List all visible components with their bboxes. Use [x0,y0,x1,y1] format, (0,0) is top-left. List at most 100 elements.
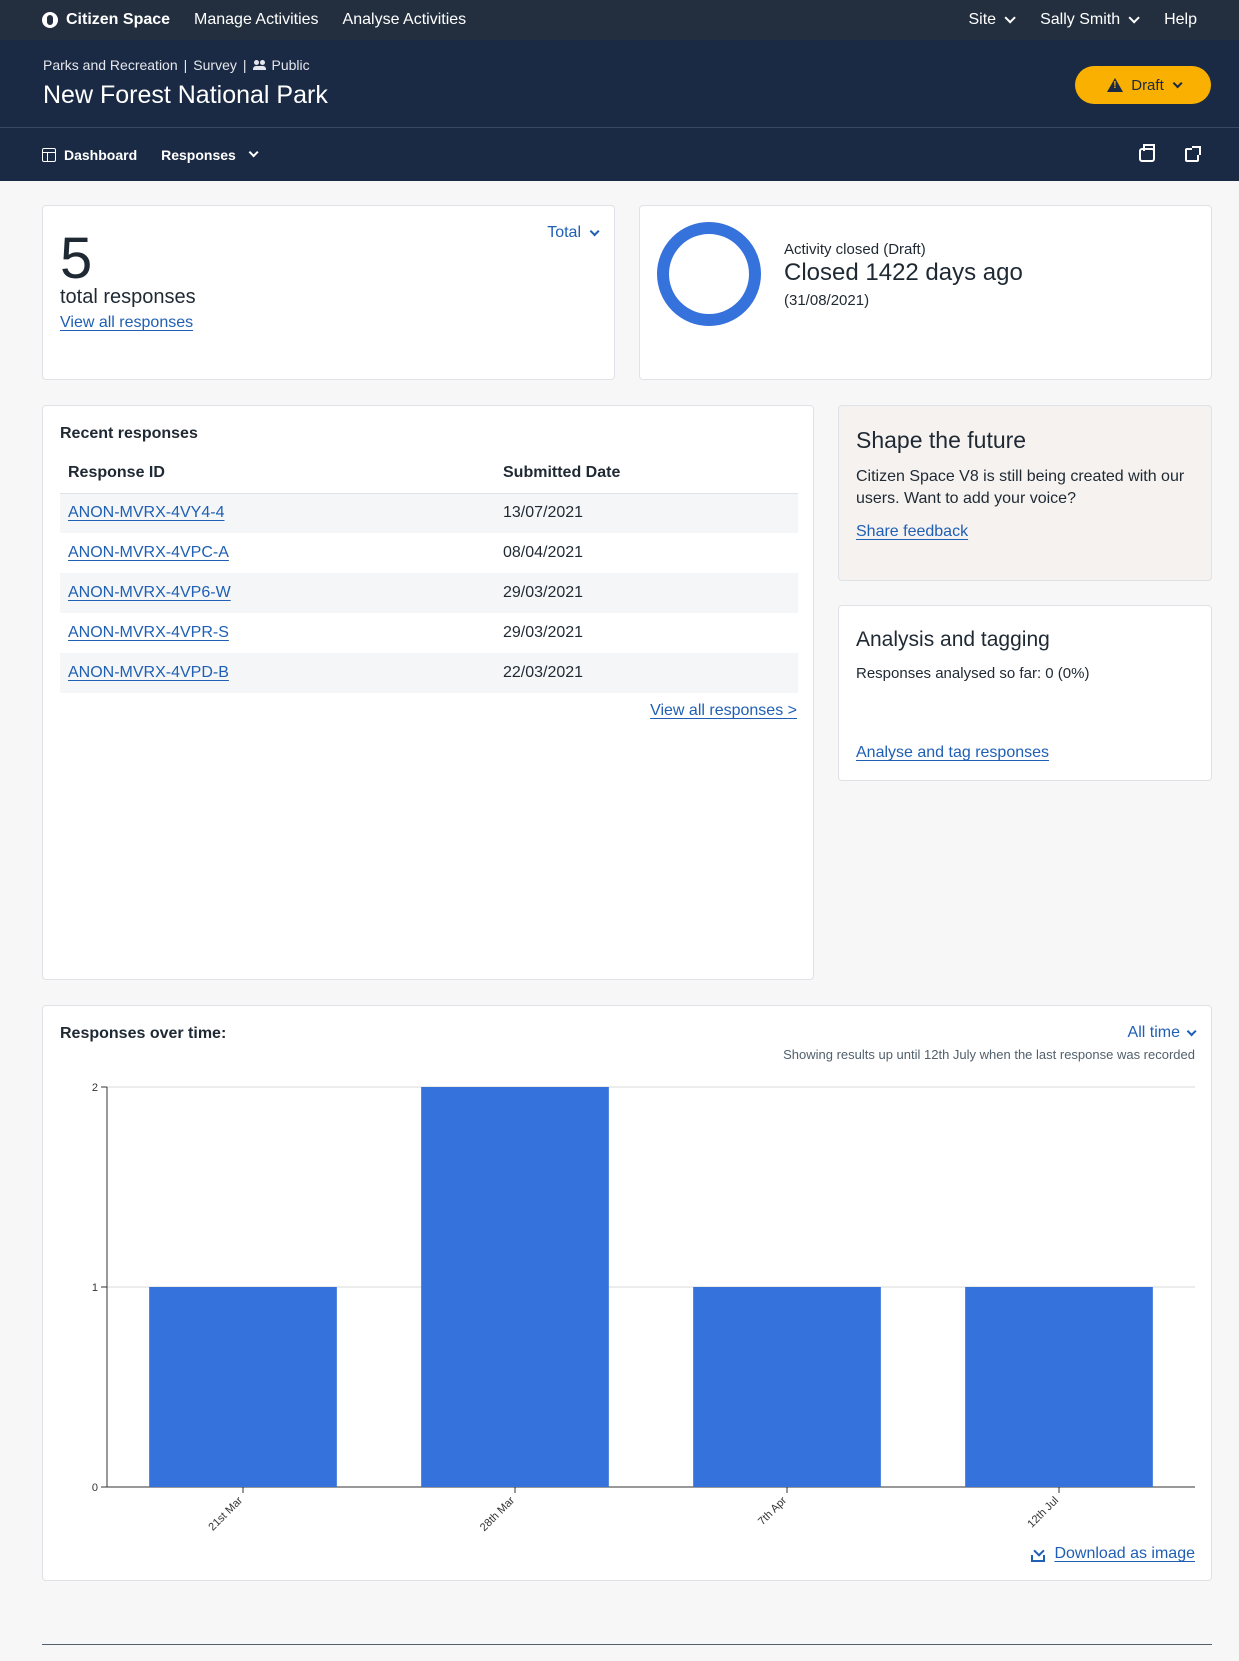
view-all-responses-more-link[interactable]: View all responses > [650,702,797,720]
shape-title: Shape the future [856,427,1027,453]
crumb-org: Parks and Recreation [43,57,178,73]
shape-text: Citizen Space V8 is still being created … [856,468,1185,507]
status-draft-button[interactable]: Draft [1075,66,1211,104]
analysis-title: Analysis and tagging [856,628,1050,651]
total-responses-label: total responses [60,286,196,308]
activity-closed-card: Activity closed (Draft) Closed 1422 days… [639,205,1212,380]
top-navigation: Citizen Space Manage Activities Analyse … [0,0,1239,40]
y-tick-label: 2 [92,1082,98,1094]
y-tick-label: 1 [92,1282,98,1294]
breadcrumb: Parks and Recreation | Survey | Public [43,57,310,73]
download-image-link[interactable]: Download as image [1030,1545,1195,1563]
table-row: ANON-MVRX-4VP6-W 29/03/2021 [60,573,798,613]
help-link[interactable]: Help [1164,11,1197,29]
response-id-link[interactable]: ANON-MVRX-4VPD-B [68,664,229,681]
bar [693,1287,881,1487]
x-tick-label: 7th Apr [756,1494,789,1527]
x-tick-label: 12th Jul [1025,1495,1061,1531]
y-tick-label: 0 [92,1482,98,1494]
responses-bar-chart: 0 1 2 21st Mar 28th Mar 7th Apr 12th Jul [92,1082,1195,1534]
table-row: ANON-MVRX-4VPC-A 08/04/2021 [60,533,798,573]
download-label: Download as image [1054,1545,1195,1562]
recent-responses-card: Recent responses Response ID Submitted D… [42,405,814,980]
submitted-date-cell: 22/03/2021 [495,653,798,693]
shape-the-future-card: Shape the future Citizen Space V8 is sti… [838,405,1212,581]
table-row: ANON-MVRX-4VPR-S 29/03/2021 [60,613,798,653]
response-id-link[interactable]: ANON-MVRX-4VY4-4 [68,504,224,521]
submitted-date-cell: 29/03/2021 [503,624,584,641]
response-id-cell: ANON-MVRX-4VPC-A [60,533,495,573]
warning-icon [1107,78,1124,92]
x-tick-label: 28th Mar [478,1494,517,1533]
user-menu[interactable]: Sally Smith [1040,11,1140,29]
col-submitted-date: Submitted Date [495,453,798,494]
status-label: Draft [1131,76,1164,94]
tab-dashboard[interactable]: Dashboard [42,147,137,163]
crumb-visibility: Public [271,57,310,73]
crumb-separator: | [183,57,188,73]
people-icon [252,60,266,70]
response-id-link[interactable]: ANON-MVRX-4VPR-S [68,624,229,641]
subnav-actions [1139,143,1201,162]
x-tick-label: 21st Mar [206,1494,245,1533]
citizen-space-logo-icon [42,12,58,28]
closed-date: (31/08/2021) [784,292,870,309]
table-row: ANON-MVRX-4VY4-4 13/07/2021 [60,493,798,533]
brand-name: Citizen Space [66,11,171,28]
download-icon [1030,1546,1046,1562]
analyse-tag-link[interactable]: Analyse and tag responses [856,744,1049,762]
col-response-id: Response ID [60,453,495,494]
print-icon[interactable] [1139,143,1155,162]
response-id-cell: ANON-MVRX-4VPD-B [60,653,495,693]
response-id-link[interactable]: ANON-MVRX-4VP6-W [68,584,231,601]
analysis-progress-text: Responses analysed so far: 0 (0%) [856,665,1090,682]
activity-status: Activity closed (Draft) [784,241,926,258]
tab-responses[interactable]: Responses [161,146,259,163]
table-row: ANON-MVRX-4VPD-B 22/03/2021 [60,653,798,693]
footer-divider [42,1644,1212,1645]
crumb-type: Survey [193,57,237,73]
responses-over-time-card: Responses over time: All time Showing re… [42,1005,1212,1581]
bar [965,1287,1153,1487]
response-id-cell: ANON-MVRX-4VY4-4 [60,493,495,533]
nav-manage-activities[interactable]: Manage Activities [194,11,319,29]
submitted-date-cell: 13/07/2021 [495,493,798,533]
recent-responses-table: Response ID Submitted Date ANON-MVRX-4VY… [60,453,798,693]
bar [421,1087,609,1487]
submitted-date-cell: 29/03/2021 [495,573,798,613]
analysis-tagging-card: Analysis and tagging Responses analysed … [838,605,1212,781]
dashboard-icon [42,147,56,162]
site-menu-label: Site [968,11,997,28]
progress-ring [657,222,761,326]
total-dropdown[interactable]: Total [547,224,600,242]
chevron-down-icon [248,147,259,158]
nav-analyse-activities[interactable]: Analyse Activities [343,11,467,29]
response-id-cell: ANON-MVRX-4VPR-S [60,613,495,653]
response-id-link[interactable]: ANON-MVRX-4VPC-A [68,544,229,561]
chevron-down-icon [1172,77,1183,88]
external-link-icon[interactable] [1185,145,1201,162]
tab-dashboard-label: Dashboard [64,146,138,163]
chevron-down-icon [1128,12,1140,24]
page-title: New Forest National Park [43,81,328,109]
view-all-responses-link[interactable]: View all responses [60,314,193,332]
site-menu[interactable]: Site [968,11,1016,29]
total-responses-count: 5 [60,226,93,291]
user-name: Sally Smith [1040,11,1121,28]
tab-responses-label: Responses [161,146,236,163]
activity-header: Parks and Recreation | Survey | Public N… [0,40,1239,128]
submitted-date-cell: 08/04/2021 [503,544,584,561]
chevron-down-icon [1004,12,1016,24]
crumb-separator: | [242,57,247,73]
chevron-down-icon [589,225,600,236]
total-responses-card: 5 total responses View all responses Tot… [42,205,615,380]
top-right-menu: Site Sally Smith Help [968,11,1197,29]
response-id-cell: ANON-MVRX-4VP6-W [60,573,495,613]
closed-headline: Closed 1422 days ago [784,259,1023,286]
recent-responses-title: Recent responses [60,425,198,442]
table-header-row: Response ID Submitted Date [60,453,798,494]
sub-navigation: Dashboard Responses [0,128,1239,181]
brand[interactable]: Citizen Space [42,11,170,29]
total-dropdown-label: Total [547,224,581,241]
share-feedback-link[interactable]: Share feedback [856,523,968,541]
